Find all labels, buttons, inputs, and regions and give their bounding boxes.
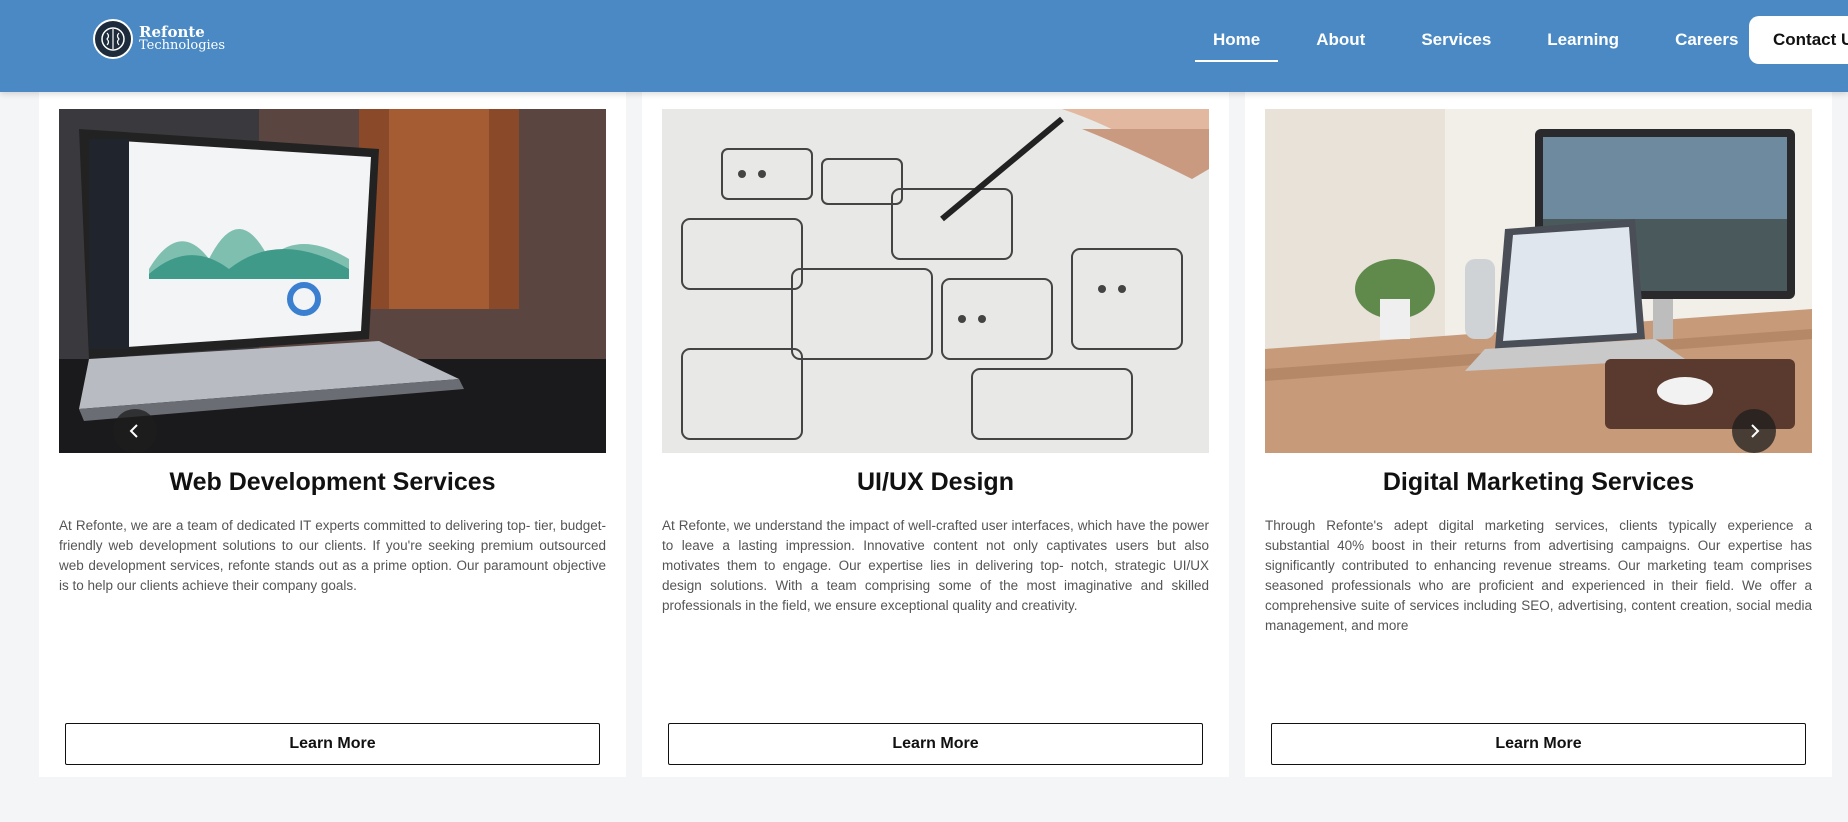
services-carousel: Web Development Services At Refonte, we … xyxy=(39,92,1832,777)
brain-logo-icon xyxy=(93,19,133,59)
card-title: UI/UX Design xyxy=(857,468,1014,496)
card-title: Digital Marketing Services xyxy=(1382,468,1695,496)
card-title: Web Development Services xyxy=(169,468,496,496)
carousel-next-button[interactable] xyxy=(1732,409,1776,453)
contact-us-button[interactable]: Contact Us xyxy=(1749,16,1848,64)
learn-more-button[interactable]: Learn More xyxy=(65,723,600,765)
wireframe-sketch-image xyxy=(662,109,1209,453)
service-card: Web Development Services At Refonte, we … xyxy=(39,92,626,777)
main-nav: Home About Services Learning Careers xyxy=(1185,16,1766,64)
carousel-prev-button[interactable] xyxy=(113,409,157,453)
nav-item-careers[interactable]: Careers xyxy=(1657,18,1756,62)
chevron-left-icon xyxy=(129,424,138,438)
nav-item-services[interactable]: Services xyxy=(1403,18,1509,62)
nav-item-home[interactable]: Home xyxy=(1195,18,1279,62)
nav-item-learning[interactable]: Learning xyxy=(1529,18,1637,62)
logo-text: Refonte Technologies xyxy=(139,25,225,53)
card-description: Through Refonte's adept digital marketin… xyxy=(1265,518,1812,633)
learn-more-button[interactable]: Learn More xyxy=(1271,723,1806,765)
card-description: At Refonte, we are a team of dedicated I… xyxy=(59,518,606,593)
card-description: At Refonte, we understand the impact of … xyxy=(662,518,1209,613)
laptop-dashboard-image xyxy=(59,109,606,453)
logo-line-2: Technologies xyxy=(139,38,226,53)
logo-line-1: Refonte xyxy=(139,23,205,41)
service-card: Digital Marketing Services Through Refon… xyxy=(1245,92,1832,777)
nav-item-about[interactable]: About xyxy=(1298,18,1383,62)
desk-workspace-image xyxy=(1265,109,1812,453)
chevron-right-icon xyxy=(1751,424,1760,438)
service-card: UI/UX Design At Refonte, we understand t… xyxy=(642,92,1229,777)
site-header: Refonte Technologies Home About Services… xyxy=(0,0,1848,92)
logo[interactable]: Refonte Technologies xyxy=(93,18,225,60)
learn-more-button[interactable]: Learn More xyxy=(668,723,1203,765)
